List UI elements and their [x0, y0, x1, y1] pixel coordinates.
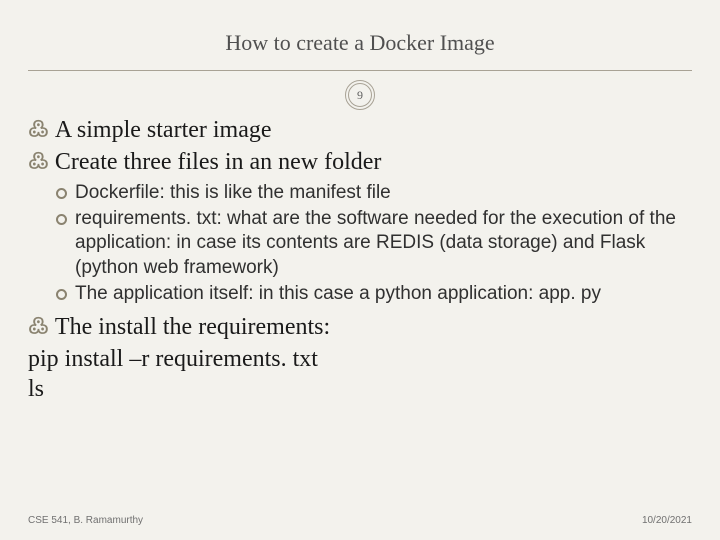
command-line: ls	[28, 374, 692, 404]
sub-bullet-item: The application itself: in this case a p…	[56, 282, 692, 307]
sub-bullet-list: Dockerfile: this is like the manifest fi…	[56, 181, 692, 306]
command-line: pip install –r requirements. txt	[28, 344, 692, 374]
swirl-bullet-icon: ߷	[28, 115, 49, 143]
ring-bullet-icon	[56, 289, 67, 300]
swirl-bullet-icon: ߷	[28, 147, 49, 175]
sub-bullet-text: requirements. txt: what are the software…	[75, 207, 692, 281]
slide-content: ߷ A simple starter image ߷ Create three …	[28, 115, 692, 404]
slide: How to create a Docker Image 9 ߷ A simpl…	[0, 0, 720, 540]
swirl-bullet-icon: ߷	[28, 312, 49, 340]
bullet-item: ߷ A simple starter image	[28, 115, 692, 145]
sub-bullet-text: The application itself: in this case a p…	[75, 282, 601, 307]
bullet-text: The install the requirements:	[55, 312, 330, 342]
sub-bullet-text: Dockerfile: this is like the manifest fi…	[75, 181, 391, 206]
bullet-item: ߷ Create three files in an new folder	[28, 147, 692, 177]
footer-author: CSE 541, B. Ramamurthy	[28, 515, 143, 526]
ring-bullet-icon	[56, 188, 67, 199]
sub-bullet-item: Dockerfile: this is like the manifest fi…	[56, 181, 692, 206]
sub-bullet-item: requirements. txt: what are the software…	[56, 207, 692, 281]
bullet-text: A simple starter image	[55, 115, 272, 145]
page-number: 9	[357, 88, 363, 103]
bullet-item: ߷ The install the requirements:	[28, 312, 692, 342]
bullet-text: Create three files in an new folder	[55, 147, 382, 177]
page-number-badge: 9	[345, 80, 375, 110]
footer-date: 10/20/2021	[642, 515, 692, 526]
slide-title: How to create a Docker Image	[28, 30, 692, 56]
title-rule	[28, 70, 692, 71]
slide-footer: CSE 541, B. Ramamurthy 10/20/2021	[28, 515, 692, 526]
ring-bullet-icon	[56, 214, 67, 225]
